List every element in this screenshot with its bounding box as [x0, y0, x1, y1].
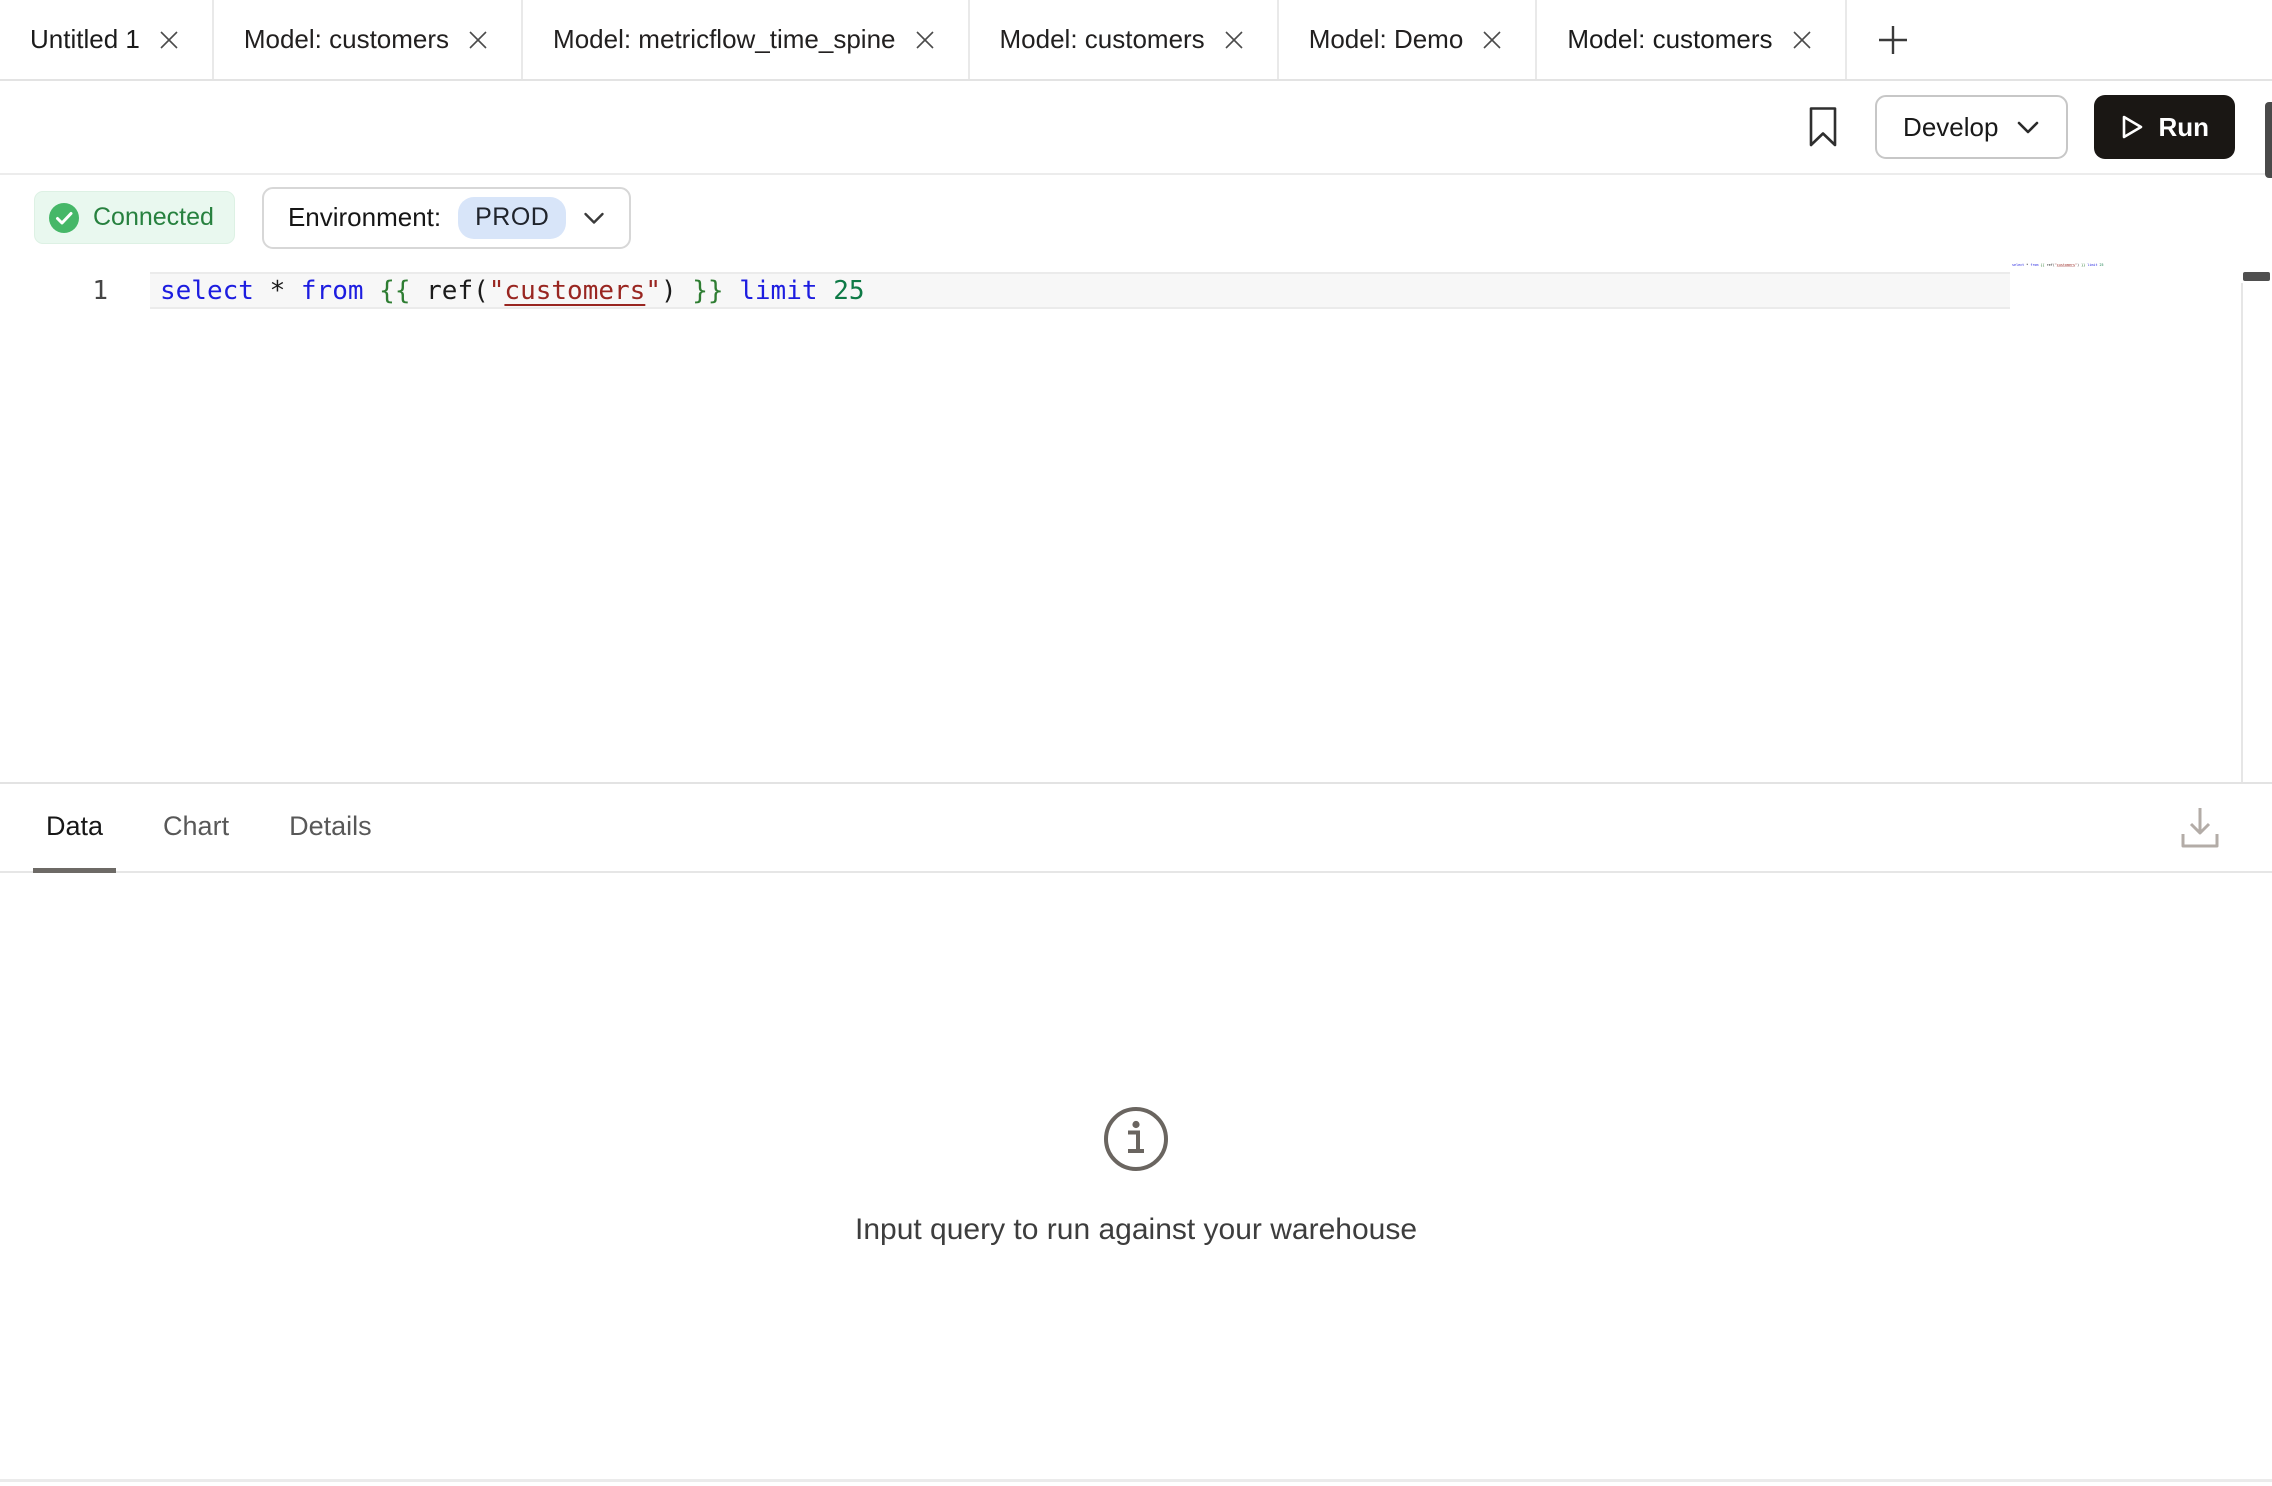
download-results-button[interactable] [2170, 784, 2230, 871]
toolbar: Develop Run [0, 81, 2272, 175]
check-circle-icon [48, 202, 80, 234]
bottom-divider [0, 1479, 2272, 1482]
empty-state-message: Input query to run against your warehous… [855, 1213, 1417, 1247]
chevron-down-icon [583, 211, 605, 225]
tab-model-metricflow-time-spine[interactable]: Model: metricflow_time_spine [523, 0, 969, 79]
bookmark-icon [1807, 106, 1839, 148]
editor-minimap[interactable]: select * from {{ ref("customers") }} lim… [2012, 263, 2130, 279]
results-tab-bar: Data Chart Details [0, 782, 2272, 873]
tab-model-demo[interactable]: Model: Demo [1279, 0, 1538, 79]
close-icon[interactable] [1479, 27, 1505, 53]
code-line[interactable]: select * from {{ ref("customers") }} lim… [160, 275, 865, 308]
tab-model-customers-2[interactable]: Model: customers [970, 0, 1279, 79]
close-icon[interactable] [156, 27, 182, 53]
editor-scrollbar-thumb[interactable] [2243, 272, 2270, 281]
editor-scrollbar-track [2241, 283, 2243, 782]
tab-model-customers-1[interactable]: Model: customers [214, 0, 523, 79]
plus-icon [1876, 23, 1910, 57]
download-icon [2178, 804, 2222, 852]
sql-code-editor[interactable]: 1 select * from {{ ref("customers") }} l… [0, 260, 2272, 782]
connected-status-badge: Connected [34, 191, 235, 244]
tab-data[interactable]: Data [33, 784, 116, 873]
tab-label: Model: Demo [1309, 24, 1464, 55]
run-label: Run [2158, 112, 2209, 143]
minimap-code-line: select * from {{ ref("customers") }} lim… [2012, 263, 2027, 267]
tab-label: Model: metricflow_time_spine [553, 24, 895, 55]
develop-dropdown-button[interactable]: Develop [1875, 95, 2068, 159]
window-scrollbar-thumb[interactable] [2265, 102, 2272, 178]
results-empty-state: Input query to run against your warehous… [0, 873, 2272, 1478]
tab-details[interactable]: Details [276, 784, 385, 873]
tab-label: Untitled 1 [30, 24, 140, 55]
tab-chart[interactable]: Chart [150, 784, 242, 873]
environment-value-chip: PROD [458, 197, 566, 239]
environment-label: Environment: [288, 202, 441, 233]
develop-label: Develop [1903, 112, 1998, 143]
environment-selector[interactable]: Environment: PROD [262, 187, 631, 249]
line-number: 1 [80, 275, 108, 308]
bookmark-button[interactable] [1793, 97, 1853, 157]
close-icon[interactable] [1221, 27, 1247, 53]
ide-window: Untitled 1 Model: customers Model: metri… [0, 0, 2272, 1486]
editor-tab-bar: Untitled 1 Model: customers Model: metri… [0, 0, 2272, 81]
play-icon [2120, 114, 2144, 140]
tab-model-customers-3-active[interactable]: Model: customers [1537, 0, 1846, 79]
close-icon[interactable] [465, 27, 491, 53]
run-button[interactable]: Run [2094, 95, 2235, 159]
connection-status-row: Connected Environment: PROD [0, 175, 2272, 260]
close-icon[interactable] [1789, 27, 1815, 53]
new-tab-button[interactable] [1847, 0, 1939, 79]
info-icon [1102, 1105, 1170, 1173]
close-icon[interactable] [912, 27, 938, 53]
connected-label: Connected [93, 203, 214, 232]
tab-label: Model: customers [1567, 24, 1772, 55]
tab-label: Model: customers [244, 24, 449, 55]
tab-untitled-1[interactable]: Untitled 1 [0, 0, 214, 79]
chevron-down-icon [2016, 119, 2040, 135]
tab-label: Model: customers [1000, 24, 1205, 55]
